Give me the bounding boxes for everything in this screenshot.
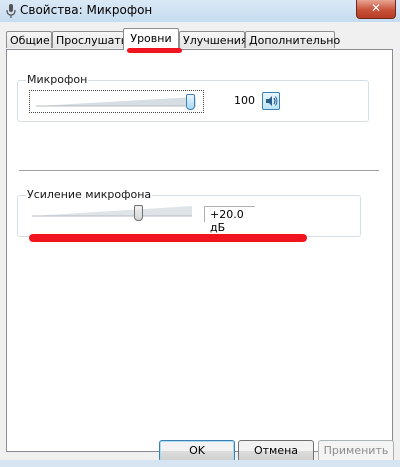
mute-button[interactable] (262, 92, 280, 110)
close-icon: ✕ (370, 1, 382, 15)
window-bottom-border (0, 460, 400, 467)
microphone-label: Микрофон (26, 73, 89, 86)
group-separator (19, 170, 379, 171)
microphone-slider-thumb[interactable] (186, 94, 195, 110)
tab-levels[interactable]: Уровни (123, 28, 179, 50)
tab-enhancements[interactable]: Улучшения (179, 31, 248, 48)
ok-button[interactable]: OK (159, 440, 235, 462)
title-bar: Свойства: Микрофон ✕ (0, 0, 400, 22)
tab-advanced[interactable]: Дополнительно (245, 31, 340, 48)
boost-slider[interactable] (30, 203, 192, 225)
microphone-group: Микрофон 100 (17, 73, 369, 122)
microphone-level-slider[interactable] (29, 90, 204, 113)
tab-general[interactable]: Общие (6, 31, 52, 48)
microphone-level-value: 100 (234, 94, 255, 107)
boost-wedge (32, 206, 192, 217)
boost-value-box: +20.0 дБ (204, 206, 255, 234)
cancel-button[interactable]: Отмена (238, 440, 314, 462)
volume-wedge (36, 97, 196, 107)
red-highlight-underline (127, 48, 182, 53)
microphone-app-icon (6, 4, 16, 18)
boost-label: Усиление микрофона (26, 188, 153, 201)
boost-value: +20.0 дБ (210, 208, 244, 234)
dialog-client-area: Общие Прослушать Уровни Улучшения Дополн… (0, 22, 400, 467)
window-title: Свойства: Микрофон (20, 3, 153, 17)
tab-listen[interactable]: Прослушать (52, 31, 127, 48)
boost-group: Усиление микрофона +20.0 дБ (17, 188, 361, 237)
speaker-icon (266, 96, 278, 106)
red-highlight-underline-boost (29, 234, 307, 242)
apply-button[interactable]: Применить (318, 440, 394, 462)
close-button[interactable]: ✕ (356, 0, 396, 19)
tab-page-levels: Микрофон 100 Усиление микрофона +20.0 дБ (6, 49, 393, 452)
boost-slider-thumb[interactable] (133, 205, 143, 221)
